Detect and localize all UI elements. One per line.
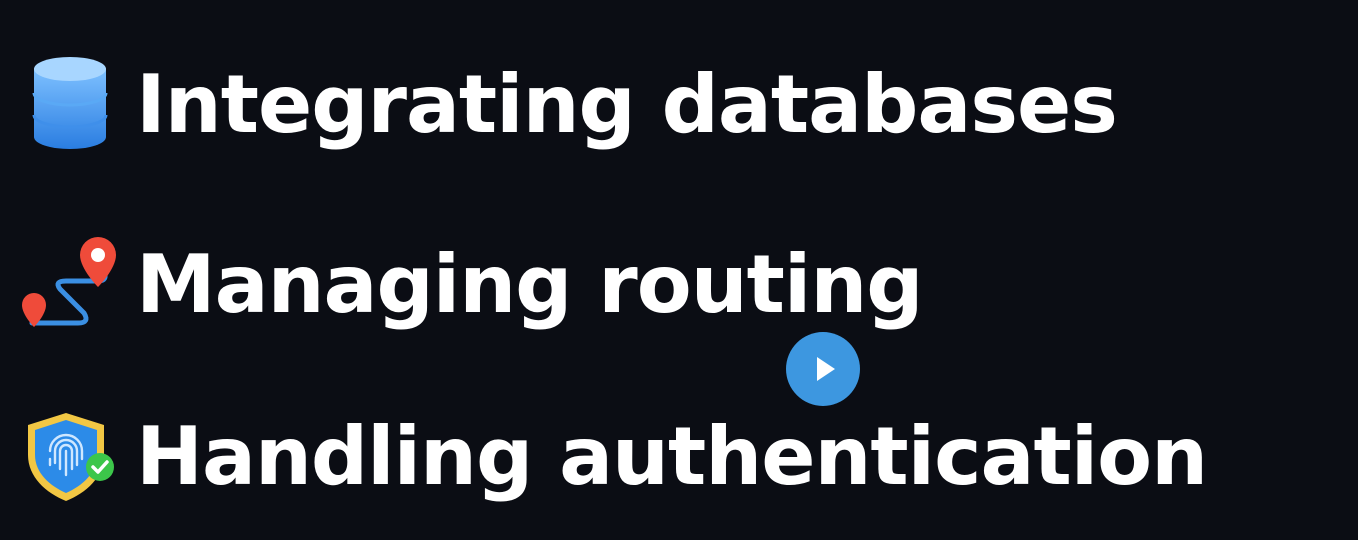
fingerprint-shield-icon [20, 405, 120, 505]
play-button[interactable] [786, 332, 860, 406]
feature-item-routing: Managing routing [0, 225, 1358, 345]
database-icon [20, 53, 120, 153]
feature-item-databases: Integrating databases [0, 45, 1358, 165]
feature-label: Integrating databases [136, 58, 1118, 151]
feature-item-authentication: Handling authentication [0, 395, 1358, 515]
feature-label: Managing routing [136, 238, 924, 331]
play-icon [817, 357, 835, 381]
route-pin-icon [20, 231, 120, 331]
feature-label: Handling authentication [136, 410, 1208, 503]
